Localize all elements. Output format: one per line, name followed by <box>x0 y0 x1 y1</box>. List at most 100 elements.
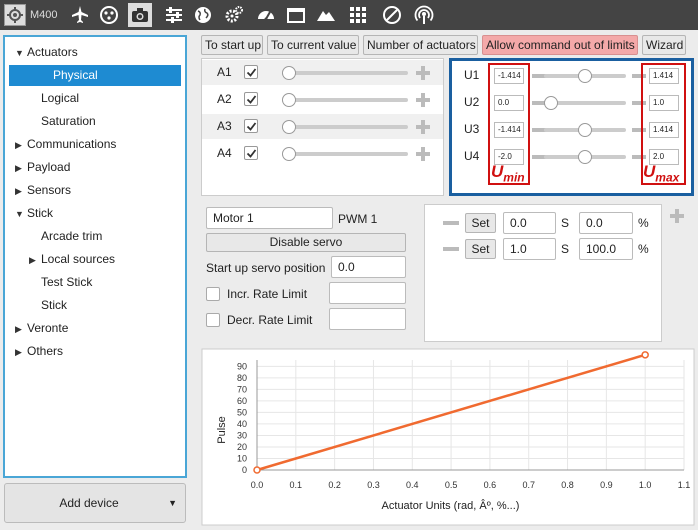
limits-panel: U1 -1.414 1.414 U2 0.0 1.0 U3 -1.414 1.414 U4 -2.0… <box>449 58 694 196</box>
gears-icon[interactable] <box>222 3 246 27</box>
window-icon[interactable] <box>284 3 308 27</box>
actuator-slider-thumb[interactable] <box>282 66 296 80</box>
actuator-slider-thumb[interactable] <box>282 120 296 134</box>
increment-icon[interactable] <box>416 120 430 134</box>
series-point <box>641 351 649 359</box>
motor-name-field[interactable]: Motor 1 <box>206 207 333 229</box>
sidebar-item[interactable]: ▼ Actuators <box>15 42 78 63</box>
increment-icon[interactable] <box>416 147 430 161</box>
expand-arrow-icon[interactable]: ▶ <box>15 342 27 363</box>
limit-slider-thumb[interactable] <box>578 69 592 83</box>
y-tick-label: 0 <box>242 465 247 475</box>
sidebar-item[interactable]: ▼ Stick <box>15 203 53 224</box>
sidebar-item[interactable]: ▶ Sensors <box>15 180 71 201</box>
signal-icon[interactable] <box>412 3 436 27</box>
disable-servo-button[interactable]: Disable servo <box>206 233 406 252</box>
sidebar-item-label: Local sources <box>41 252 116 266</box>
actuator-slider-thumb[interactable] <box>282 93 296 107</box>
dropdown-arrow-icon[interactable]: ▼ <box>168 498 177 508</box>
time-unit-label: S <box>561 216 570 230</box>
incr-rate-limit-checkbox[interactable] <box>206 287 220 301</box>
expand-arrow-icon[interactable]: ▶ <box>29 250 41 271</box>
percent-field[interactable]: 0.0 <box>579 212 633 234</box>
actuator-slider-track[interactable] <box>282 125 408 129</box>
sidebar-item[interactable]: Saturation <box>29 111 96 132</box>
sidebar-item[interactable]: Stick <box>29 295 67 316</box>
y-tick-label: 80 <box>237 373 247 383</box>
x-tick-label: 0.9 <box>600 480 613 490</box>
actuators-panel: A1 A2 A3 A4 <box>201 58 444 196</box>
add-point-icon[interactable] <box>670 209 684 223</box>
expand-arrow-icon[interactable]: ▶ <box>15 319 27 340</box>
startup-servo-position-field[interactable]: 0.0 <box>331 256 406 278</box>
to-current-value-button[interactable]: To current value <box>267 35 359 55</box>
actuator-row: A2 <box>202 87 443 112</box>
actuator-checkbox[interactable] <box>244 119 258 133</box>
device-icon <box>4 4 26 26</box>
sidebar-item-label: Stick <box>41 298 68 312</box>
to-start-up-button[interactable]: To start up <box>201 35 263 55</box>
decr-rate-limit-field[interactable] <box>329 308 406 330</box>
sidebar-item-label: Payload <box>27 160 71 174</box>
time-field[interactable]: 0.0 <box>503 212 556 234</box>
dots-icon[interactable] <box>97 3 121 27</box>
actuator-checkbox[interactable] <box>244 65 258 79</box>
increment-icon[interactable] <box>416 93 430 107</box>
actuator-slider-thumb[interactable] <box>282 147 296 161</box>
prohibited-icon[interactable] <box>380 3 404 27</box>
limit-slider-thumb[interactable] <box>544 96 558 110</box>
actuator-checkbox[interactable] <box>244 146 258 160</box>
sidebar-item[interactable]: ▶ Local sources <box>29 249 115 270</box>
expand-arrow-icon[interactable]: ▶ <box>15 181 27 202</box>
actuator-slider-track[interactable] <box>282 98 408 102</box>
expand-arrow-icon[interactable]: ▼ <box>15 43 27 64</box>
sidebar-item-label: Veronte <box>27 321 69 335</box>
mountain-icon[interactable] <box>314 3 338 27</box>
remove-point-icon[interactable] <box>443 221 459 225</box>
sidebar-item-label: Arcade trim <box>41 229 103 243</box>
sidebar-item-label: Saturation <box>41 114 96 128</box>
airplane-icon[interactable] <box>68 3 92 27</box>
sidebar-item[interactable]: Test Stick <box>29 272 92 293</box>
sidebar-item[interactable]: Logical <box>29 88 79 109</box>
y-axis-label: Pulse <box>216 416 228 444</box>
add-device-label: Add device <box>59 496 119 510</box>
sliders-icon[interactable] <box>162 3 186 27</box>
percent-field[interactable]: 100.0 <box>579 238 633 260</box>
remove-point-icon[interactable] <box>443 247 459 251</box>
grid-icon[interactable] <box>346 3 370 27</box>
sidebar-item[interactable]: ▶ Communications <box>15 134 116 155</box>
gauge-icon[interactable] <box>254 3 278 27</box>
number-of-actuators-button[interactable]: Number of actuators <box>363 35 478 55</box>
expand-arrow-icon[interactable]: ▶ <box>15 158 27 179</box>
sidebar-item[interactable]: Arcade trim <box>29 226 102 247</box>
expand-arrow-icon[interactable]: ▼ <box>15 204 27 225</box>
expand-arrow-icon[interactable]: ▶ <box>15 135 27 156</box>
sidebar-item[interactable]: ▶ Payload <box>15 157 70 178</box>
set-button[interactable]: Set <box>465 239 496 259</box>
y-tick-label: 40 <box>237 419 247 429</box>
actuator-row: A1 <box>202 60 443 85</box>
actuator-slider-track[interactable] <box>282 152 408 156</box>
sidebar-item[interactable]: Physical <box>9 65 181 86</box>
set-button[interactable]: Set <box>465 213 496 233</box>
wizard-button[interactable]: Wizard <box>642 35 686 55</box>
series-point <box>253 466 261 474</box>
actuator-checkbox[interactable] <box>244 92 258 106</box>
sidebar-item[interactable]: ▶ Veronte <box>15 318 68 339</box>
limit-slider-thumb[interactable] <box>578 150 592 164</box>
decr-rate-limit-checkbox[interactable] <box>206 313 220 327</box>
sidebar-item[interactable]: ▶ Others <box>15 341 63 362</box>
limit-slider-thumb[interactable] <box>578 123 592 137</box>
increment-icon[interactable] <box>416 66 430 80</box>
camera-icon[interactable] <box>128 3 152 27</box>
device-selector[interactable]: M400 <box>4 4 66 26</box>
actuator-slider-track[interactable] <box>282 71 408 75</box>
allow-command-out-of-limits-button[interactable]: Allow command out of limits <box>482 35 638 55</box>
add-device-button[interactable]: Add device ▼ <box>4 483 186 523</box>
actuator-row: A3 <box>202 114 443 139</box>
globe-icon[interactable] <box>191 3 215 27</box>
incr-rate-limit-label: Incr. Rate Limit <box>227 287 308 301</box>
incr-rate-limit-field[interactable] <box>329 282 406 304</box>
time-field[interactable]: 1.0 <box>503 238 556 260</box>
